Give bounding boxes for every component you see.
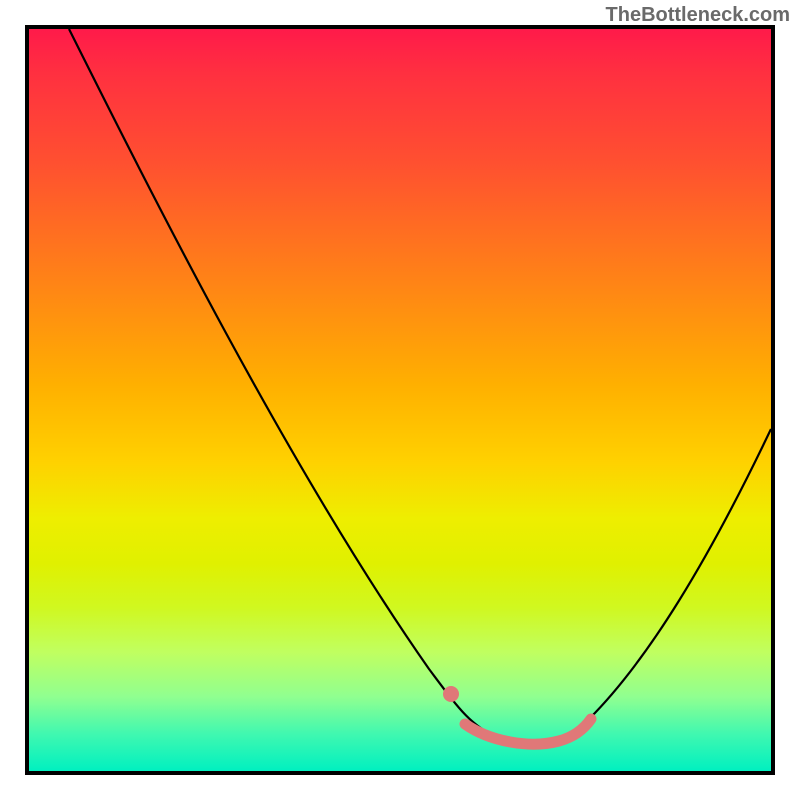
chart-overlay (29, 29, 771, 771)
watermark-text: TheBottleneck.com (606, 4, 790, 27)
optimal-range-highlight (465, 719, 591, 744)
bottleneck-curve (69, 29, 771, 745)
chart-frame (25, 25, 775, 775)
optimal-point-dot (443, 686, 459, 702)
